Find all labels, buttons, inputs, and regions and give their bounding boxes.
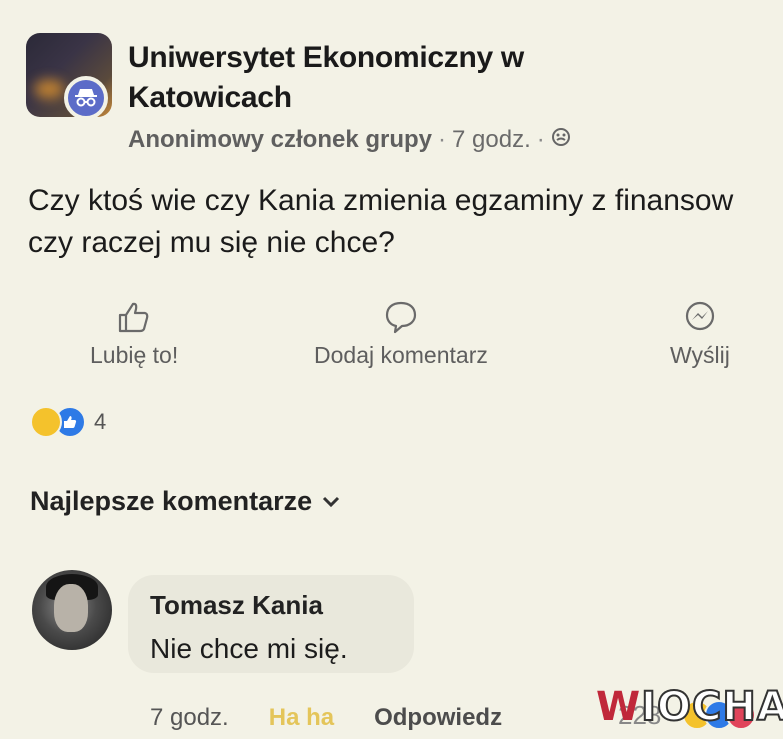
- thumbs-up-icon: [119, 302, 149, 333]
- comment-sort-dropdown[interactable]: Najlepsze komentarze: [30, 486, 340, 517]
- comment-actions: 7 godz. Ha ha Odpowiedz: [150, 704, 502, 732]
- watermark-first-letter: W: [596, 684, 642, 730]
- comment-author[interactable]: Tomasz Kania: [150, 590, 323, 621]
- like-button[interactable]: Lubię to!: [90, 300, 178, 369]
- send-button[interactable]: Wyślij: [670, 300, 730, 369]
- comment-haha-button[interactable]: Ha ha: [269, 704, 334, 732]
- comment-text: Nie chce mi się.: [150, 633, 348, 664]
- post-time[interactable]: 7 godz.: [452, 126, 531, 154]
- post-author: Anonimowy członek grupy: [128, 126, 433, 153]
- messenger-icon: [685, 301, 715, 331]
- commenter-avatar[interactable]: [32, 570, 112, 650]
- wiocha-watermark: WIOCHA: [596, 683, 783, 731]
- reaction-count: 4: [94, 409, 107, 434]
- meta-separator: ·: [438, 126, 447, 153]
- comment-bubble-icon: [385, 301, 417, 334]
- post-text: Czy ktoś wie czy Kania zmienia egzaminy …: [28, 184, 734, 259]
- anonymous-member-icon: [64, 76, 108, 120]
- comment-label: Dodaj komentarz: [314, 342, 488, 368]
- comment-sort-label: Najlepsze komentarze: [30, 486, 313, 516]
- group-name[interactable]: Uniwersytet Ekonomiczny w Katowicach: [128, 38, 648, 118]
- watermark-rest: IOCHA: [640, 683, 783, 731]
- comment-button[interactable]: Dodaj komentarz: [314, 300, 488, 369]
- comment-reply-button[interactable]: Odpowiedz: [374, 704, 502, 732]
- chevron-down-icon: [323, 496, 340, 507]
- like-label: Lubię to!: [90, 342, 179, 368]
- send-label: Wyślij: [670, 342, 730, 368]
- reactions-summary[interactable]: 4: [30, 406, 106, 438]
- comment-time[interactable]: 7 godz.: [150, 704, 229, 732]
- audience-icon: [551, 126, 571, 154]
- haha-reaction-icon: [30, 406, 62, 438]
- meta-separator: ·: [536, 126, 545, 153]
- post-meta: Anonimowy członek grupy · 7 godz. ·: [128, 126, 571, 154]
